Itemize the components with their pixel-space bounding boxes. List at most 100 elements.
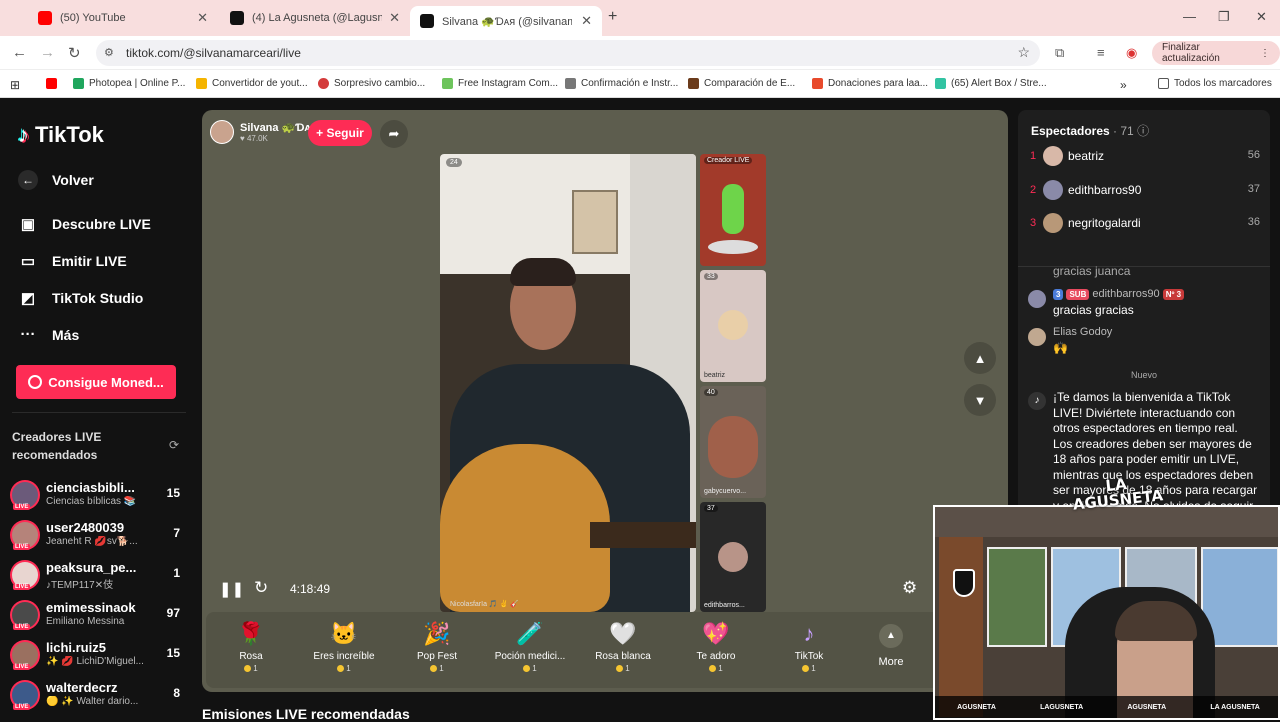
- sidebar: ♪ TikTok ← Volver ▣ Descubre LIVE ▭ Emit…: [0, 100, 200, 720]
- gift-eres-increible[interactable]: 🐱 Eres increíble 1: [299, 620, 389, 673]
- tab-x[interactable]: (4) La Agusneta (@Lagusneta) / X ✕: [220, 5, 410, 31]
- follow-button[interactable]: + Seguir: [308, 120, 372, 146]
- avatar: [1043, 213, 1063, 233]
- avatar[interactable]: [1028, 328, 1046, 346]
- extensions-icon[interactable]: ⧉: [1055, 45, 1064, 61]
- maximize-icon[interactable]: ❐: [1218, 9, 1230, 25]
- more-bookmarks-icon[interactable]: »: [1120, 78, 1127, 92]
- site-info-icon[interactable]: ⚙: [104, 46, 114, 59]
- wall-poster: [987, 547, 1047, 647]
- close-tab-icon[interactable]: ✕: [389, 10, 400, 26]
- viewers-title[interactable]: Espectadores · 71 ⓘ: [1031, 122, 1149, 139]
- nav-emitir-live[interactable]: ▭ Emitir LIVE: [18, 252, 127, 270]
- live-badge: LIVE: [13, 584, 31, 590]
- gift-pocion[interactable]: 🧪 Poción medici... 1: [485, 620, 575, 673]
- close-tab-icon[interactable]: ✕: [581, 13, 592, 29]
- bookmark-star-icon[interactable]: ☆: [1017, 44, 1030, 61]
- profile-icon[interactable]: ◉: [1126, 45, 1137, 61]
- chat-message: 3 SUB edithbarros90 Nº 3 gracias gracias: [1028, 288, 1260, 324]
- media-controls-icon[interactable]: ≡: [1097, 45, 1105, 60]
- tiktok-logo[interactable]: ♪ TikTok: [18, 122, 104, 148]
- new-tab-icon[interactable]: +: [608, 8, 617, 26]
- forward-icon[interactable]: →: [40, 44, 55, 61]
- bookmark-favicon: [196, 78, 207, 89]
- apps-grid-icon[interactable]: ⊞: [10, 78, 20, 92]
- viewer-row[interactable]: 2 edithbarros90 37: [1030, 180, 1260, 204]
- viewer-row[interactable]: 1 beatriz 56: [1030, 146, 1260, 170]
- bookmark-instagram[interactable]: Free Instagram Com...: [442, 78, 558, 89]
- chat-message: Elias Godoy 🙌: [1028, 326, 1260, 360]
- refresh-icon[interactable]: ⟳: [169, 438, 179, 452]
- avatar[interactable]: [1028, 290, 1046, 308]
- bookmark-youtube[interactable]: [46, 78, 57, 89]
- creator-item[interactable]: LIVE lichi.ruiz5 ✨ 💋 LichiD'Miguel... 15: [10, 638, 190, 672]
- host-avatar[interactable]: [210, 120, 234, 144]
- wall-poster: [572, 190, 618, 254]
- gift-rosa[interactable]: 🌹 Rosa 1: [206, 620, 296, 673]
- guest-tile[interactable]: 37 edithbarros...: [700, 502, 766, 612]
- tiktok-note-icon: ♪: [18, 122, 29, 147]
- viewer-count: 15: [166, 646, 180, 660]
- coin-icon: [709, 665, 717, 673]
- menu-kebab-icon[interactable]: ⋮: [1260, 48, 1270, 59]
- host-info[interactable]: Silvana 🐢Ɗᴀя ♥ 47.0K: [210, 120, 317, 144]
- nav-tiktok-studio[interactable]: ◩ TikTok Studio: [18, 289, 143, 307]
- coin-icon: [28, 375, 43, 389]
- tab-tiktok[interactable]: Silvana 🐢Ɗᴀя (@silvanama ✕: [410, 6, 602, 36]
- nav-mas[interactable]: ··· Más: [18, 326, 80, 343]
- bookmark-comparacion[interactable]: Comparación de E...: [688, 78, 795, 89]
- gift-pop-fest[interactable]: 🎉 Pop Fest 1: [392, 620, 482, 673]
- youtube-icon: [38, 11, 52, 25]
- gift-tiktok[interactable]: ♪ TikTok 1: [764, 620, 854, 673]
- get-coins-button[interactable]: Consigue Moned...: [16, 365, 176, 399]
- white-rose-icon: 🤍: [609, 621, 637, 646]
- bookmark-convertidor[interactable]: Convertidor de yout...: [196, 78, 308, 89]
- guest-tile[interactable]: Creador LIVE: [700, 154, 766, 266]
- reload-icon[interactable]: ↻: [68, 44, 81, 62]
- more-gifts-button[interactable]: ▲ More: [876, 624, 906, 668]
- new-messages-label[interactable]: Nuevo: [1018, 370, 1270, 380]
- back-icon[interactable]: ←: [12, 44, 27, 61]
- bookmark-confirmacion[interactable]: Confirmación e Instr...: [565, 78, 678, 89]
- bookmark-photopea[interactable]: Photopea | Online P...: [73, 78, 185, 89]
- bookmark-alertbox[interactable]: (65) Alert Box / Stre...: [935, 78, 1047, 89]
- live-badge: LIVE: [13, 544, 31, 550]
- main-video[interactable]: 24 NicolasfarIa 🎵 ✌ 🎸: [440, 154, 696, 612]
- viewer-row[interactable]: 3 negritogalardi 36: [1030, 213, 1260, 237]
- minimize-icon[interactable]: —: [1183, 9, 1196, 24]
- close-window-icon[interactable]: ✕: [1256, 9, 1267, 25]
- guest-avatar: [718, 310, 748, 340]
- creator-item[interactable]: LIVE cienciasbibli... Ciencias bíblicas …: [10, 478, 190, 512]
- back-link[interactable]: ← Volver: [18, 170, 94, 190]
- guest-tile[interactable]: 40 gabycuervo...: [700, 386, 766, 498]
- coin-icon: [523, 665, 531, 673]
- share-icon[interactable]: ➦: [380, 120, 408, 148]
- pause-icon[interactable]: ❚❚: [219, 580, 244, 598]
- next-live-button[interactable]: ▼: [964, 384, 996, 416]
- social-handles: AGUSNETA LAGUSNETA AGUSNETA LA AGUSNETA: [935, 696, 1278, 718]
- previous-live-button[interactable]: ▲: [964, 342, 996, 374]
- video-viewer-count: 24: [446, 158, 462, 167]
- all-bookmarks[interactable]: Todos los marcadores: [1158, 78, 1272, 89]
- creator-item[interactable]: LIVE user2480039 Jeaneht R 💋sv🐕... 7: [10, 518, 190, 552]
- host-name: Silvana 🐢Ɗᴀя: [240, 122, 318, 134]
- url-bar[interactable]: ⚙ tiktok.com/@silvanamarceari/live ☆: [96, 40, 1040, 66]
- bookmark-favicon: [935, 78, 946, 89]
- tab-youtube[interactable]: (50) YouTube ✕: [28, 5, 218, 31]
- kick-handle: AGUSNETA: [1127, 703, 1167, 711]
- creator-item[interactable]: LIVE peaksura_pe... ♪TEMP117✕伎 1: [10, 558, 190, 592]
- gift-te-adoro[interactable]: 💖 Te adoro 1: [671, 620, 761, 673]
- close-tab-icon[interactable]: ✕: [197, 10, 208, 26]
- nav-descubre-live[interactable]: ▣ Descubre LIVE: [18, 215, 151, 233]
- creator-item[interactable]: LIVE emimessinaok Emiliano Messina 97: [10, 598, 190, 632]
- tiktok-icon: [420, 14, 434, 28]
- gift-rosa-blanca[interactable]: 🤍 Rosa blanca 1: [578, 620, 668, 673]
- bookmark-sorpresivo[interactable]: Sorpresivo cambio...: [318, 78, 425, 89]
- refresh-stream-icon[interactable]: ↻: [254, 578, 268, 598]
- creator-item[interactable]: LIVE walterdecrz 🟡 ✨ Walter dario... 8: [10, 678, 190, 712]
- guest-tile[interactable]: 33 beatriz: [700, 270, 766, 382]
- settings-gear-icon[interactable]: ⚙: [902, 578, 917, 598]
- bookmark-donaciones[interactable]: Donaciones para laa...: [812, 78, 928, 89]
- update-button[interactable]: Finalizar actualización ⋮: [1152, 41, 1280, 65]
- bookmarks-bar: ⊞ Photopea | Online P... Convertidor de …: [0, 70, 1280, 98]
